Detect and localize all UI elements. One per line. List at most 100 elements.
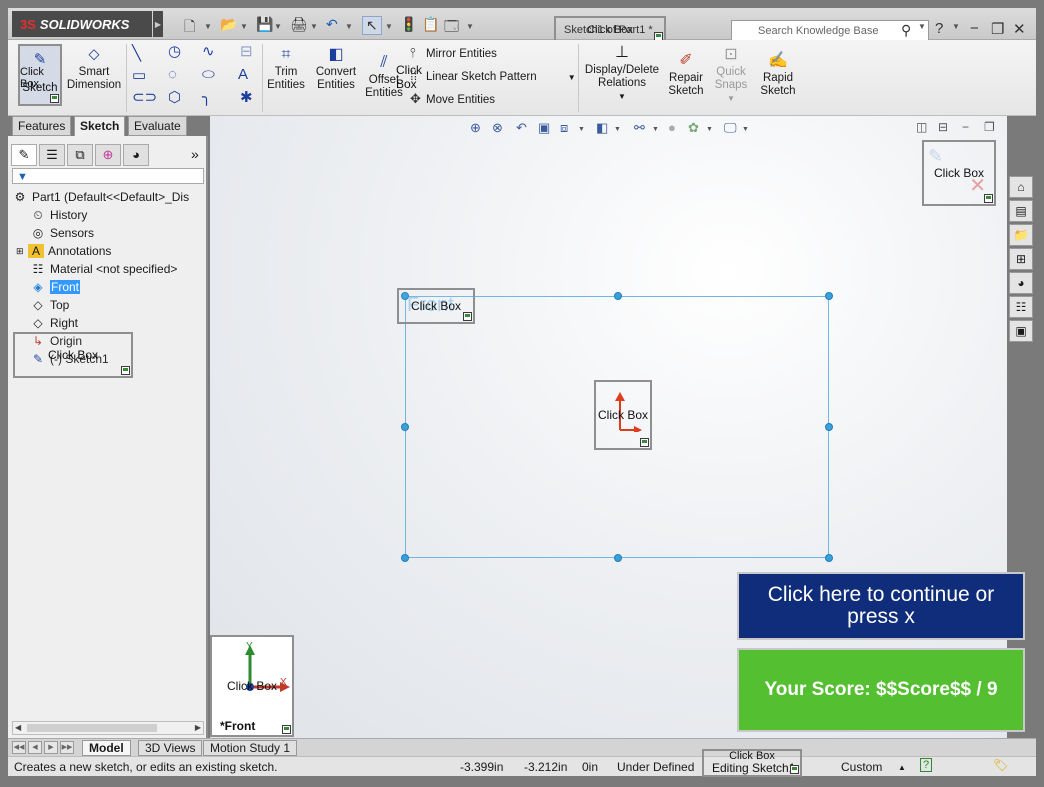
open-dropdown-icon[interactable]: ▼ [240, 22, 248, 31]
sketch-point[interactable] [825, 554, 833, 562]
front-plane-click-box[interactable]: Front Click Box [397, 288, 475, 324]
zoom-to-area-icon[interactable]: ⊗ [492, 120, 503, 136]
tab-features[interactable]: Features [12, 116, 72, 136]
apply-scene-icon[interactable]: ✿ [688, 120, 699, 136]
ellipse-icon[interactable]: ⬭ [202, 66, 215, 83]
tab-model[interactable]: Model [82, 740, 131, 756]
solidworks-resources-icon[interactable]: ⌂ [1009, 176, 1033, 198]
solidworks-logo[interactable]: 3S SOLIDWORKS [12, 11, 152, 37]
expand-plus-icon[interactable]: ⊞ [16, 246, 28, 257]
mirror-entities-button[interactable]: ⫯ Mirror Entities [410, 45, 497, 61]
tree-item-top-plane[interactable]: ◇ Top [30, 296, 69, 314]
appearances-icon[interactable]: ◕ [1009, 272, 1033, 294]
units-up-icon[interactable]: ▲ [898, 763, 906, 772]
property-manager-tab-icon[interactable]: ☰ [39, 144, 65, 166]
save-dropdown-icon[interactable]: ▼ [274, 22, 282, 31]
feature-manager-tab-icon[interactable]: ✎ [11, 144, 37, 166]
move-entities-button[interactable]: ✥ Move Entities [410, 91, 495, 107]
view-palette-icon[interactable]: ⊞ [1009, 248, 1033, 270]
select-dropdown-icon[interactable]: ▼ [385, 22, 393, 31]
expand-tabs-icon[interactable]: » [191, 146, 199, 162]
display-style-dropdown-icon[interactable]: ▼ [614, 126, 621, 133]
undo-icon[interactable]: ↶ [326, 16, 338, 33]
canvas-restore-icon[interactable]: ❐ [984, 120, 995, 134]
relations-dropdown-icon[interactable]: ▼ [618, 92, 626, 101]
select-pointer-icon[interactable]: ↖ [362, 16, 382, 35]
tree-item-material[interactable]: ☷ Material <not specified> [30, 260, 178, 278]
tree-item-front-plane[interactable]: ◈ Front [30, 278, 81, 296]
display-delete-relations-button[interactable]: ⊥ Display/Delete Relations ▼ [582, 44, 662, 103]
tree-horizontal-scrollbar[interactable]: ◀ ▶ [12, 721, 204, 735]
prev-tab-icon[interactable]: ◀ [28, 741, 42, 754]
zoom-to-fit-icon[interactable]: ⊕ [470, 120, 481, 136]
restore-icon[interactable]: ❐ [991, 20, 1004, 38]
print-icon[interactable]: 🖨 [290, 16, 308, 33]
tab-motion-study[interactable]: Motion Study 1 [203, 740, 298, 756]
spline-icon[interactable]: ∿ [202, 42, 215, 60]
sketch-point[interactable] [614, 554, 622, 562]
section-view-icon[interactable]: ▣ [538, 120, 550, 136]
sketch-point[interactable] [401, 423, 409, 431]
continue-button[interactable]: Click here to continue or press x [737, 572, 1025, 640]
last-tab-icon[interactable]: ▶▶ [60, 741, 74, 754]
sketch1-click-box[interactable]: Click Box [13, 332, 133, 378]
tree-item-right-plane[interactable]: ◇ Right [30, 314, 78, 332]
quick-snaps-button[interactable]: ⊡ Quick Snaps ▼ [710, 46, 752, 105]
print-dropdown-icon[interactable]: ▼ [310, 22, 318, 31]
view-orientation-dropdown-icon[interactable]: ▼ [578, 126, 585, 133]
view-triad-click-box[interactable]: Y X Click Box *Front [210, 635, 294, 737]
scrollbar-thumb[interactable] [27, 724, 157, 732]
save-icon[interactable]: 💾 [256, 16, 273, 33]
smart-dimension-button[interactable]: ⬦ Smart Dimension [66, 46, 122, 92]
help-dropdown-icon[interactable]: ▼ [952, 22, 960, 31]
notification-tag-icon[interactable]: 🏷 [993, 758, 1008, 772]
polygon-icon[interactable]: ⬡ [168, 88, 181, 106]
search-knowledge-base-input[interactable]: Search Knowledge Base [731, 20, 929, 42]
dimxpert-tab-icon[interactable]: ⊕ [95, 144, 121, 166]
sketch-point[interactable] [825, 292, 833, 300]
canvas-close-icon[interactable]: ✕ [1006, 120, 1007, 134]
quick-snaps-dropdown-icon[interactable]: ▼ [727, 94, 735, 103]
linear-pattern-button[interactable]: ⁞⁞ Linear Sketch Pattern ▼ [410, 68, 576, 83]
solidworks-forum-icon[interactable]: ▣ [1009, 320, 1033, 342]
hide-show-dropdown-icon[interactable]: ▼ [652, 126, 659, 133]
view-settings-dropdown-icon[interactable]: ▼ [742, 126, 749, 133]
undo-dropdown-icon[interactable]: ▼ [345, 22, 353, 31]
sketch-fillet-icon[interactable]: ⊟ [240, 42, 253, 60]
display-manager-tab-icon[interactable]: ◕ [123, 144, 149, 166]
configuration-manager-tab-icon[interactable]: ⧉ [67, 144, 93, 166]
rebuild-icon[interactable]: 🚦 [400, 16, 417, 33]
new-dropdown-icon[interactable]: ▼ [204, 22, 212, 31]
tree-item-sensors[interactable]: ◎ Sensors [30, 224, 94, 242]
first-tab-icon[interactable]: ◀◀ [12, 741, 26, 754]
scene-dropdown-icon[interactable]: ▼ [706, 126, 713, 133]
edit-appearance-icon[interactable]: ● [668, 120, 676, 135]
sketch-point[interactable] [401, 554, 409, 562]
fillet-icon[interactable]: ╮ [202, 88, 211, 106]
minimize-icon[interactable]: − [970, 20, 979, 37]
view-orientation-icon[interactable]: ⧈ [560, 120, 568, 136]
editing-sketch-click-box[interactable]: Editing Sketch1 Click Box [702, 749, 802, 777]
view-settings-icon[interactable]: 🖵 [724, 120, 737, 136]
trim-entities-button[interactable]: ⌗ Trim Entities [266, 46, 306, 92]
line-icon[interactable]: ╲ [132, 44, 141, 62]
graphics-area[interactable]: ⊕ ⊗ ↶ ▣ ⧈ ▼ ◧ ▼ ⚯ ▼ ● ✿ ▼ 🖵 ▼ ◫ ⊟ − ❐ ✕ … [210, 116, 1007, 738]
tree-filter-input[interactable]: ▼ [12, 168, 204, 184]
sketch-point[interactable] [825, 423, 833, 431]
confirmation-corner-click-box[interactable]: ✎ ✕ Click Box [922, 140, 996, 206]
slot-icon[interactable]: ⊂⊃ [132, 88, 157, 106]
design-library-icon[interactable]: ▤ [1009, 200, 1033, 222]
custom-properties-icon[interactable]: ☷ [1009, 296, 1033, 318]
units-selector[interactable]: Custom [841, 760, 882, 774]
options-icon[interactable]: 🗔 [444, 16, 459, 40]
canvas-minimize-icon[interactable]: − [962, 120, 969, 134]
search-icon[interactable]: ⚲ [901, 22, 911, 39]
rapid-sketch-button[interactable]: ✍ Rapid Sketch [756, 52, 800, 98]
scroll-right-icon[interactable]: ▶ [195, 722, 201, 734]
new-document-icon[interactable]: 🗋 [184, 16, 195, 40]
tree-item-annotations[interactable]: ⊞ A Annotations [16, 242, 111, 260]
open-folder-icon[interactable]: 📂 [220, 16, 237, 33]
split-horizontal-icon[interactable]: ◫ [916, 120, 927, 134]
menu-expand-arrow-icon[interactable]: ▶ [153, 11, 163, 37]
search-dropdown-icon[interactable]: ▼ [918, 22, 926, 31]
